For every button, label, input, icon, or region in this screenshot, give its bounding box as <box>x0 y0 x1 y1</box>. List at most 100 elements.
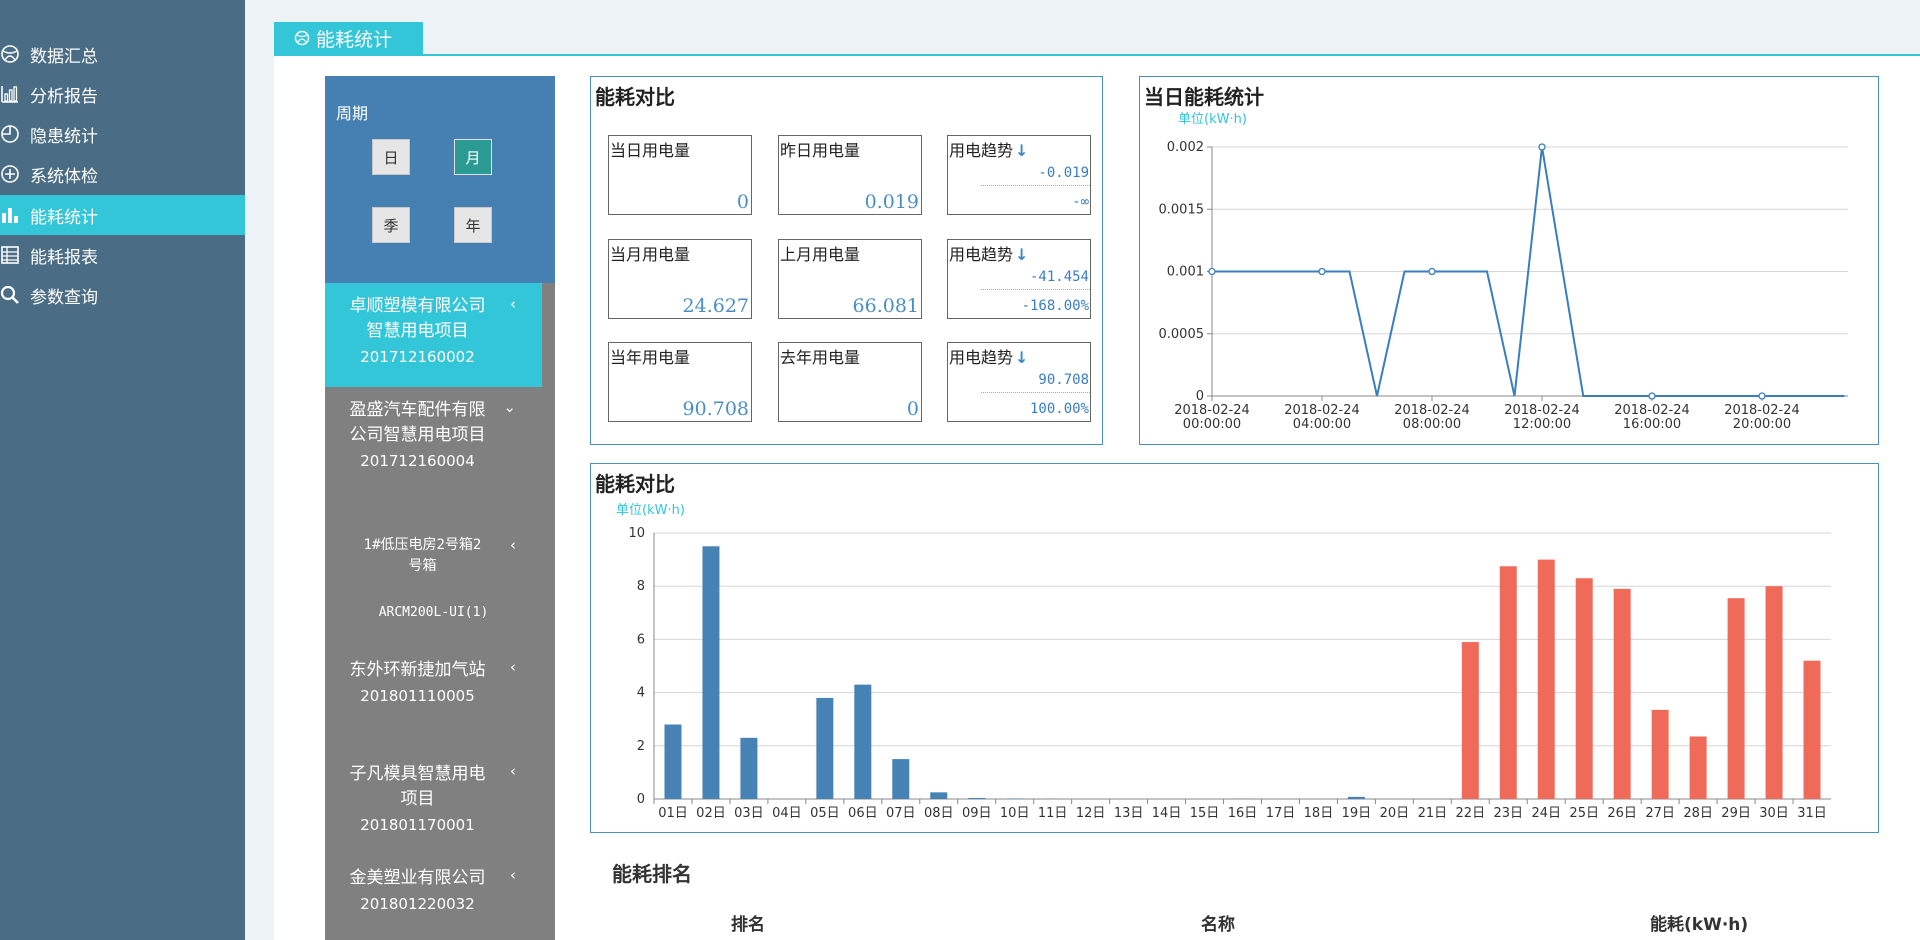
bar-19日[interactable] <box>1347 796 1365 799</box>
card-label: 用电趋势 ↓ <box>949 344 1028 368</box>
nav-item-label: 参数查询 <box>30 287 98 308</box>
y-tick-label: 2 <box>637 739 645 754</box>
x-tick-label: 17日 <box>1266 806 1296 821</box>
comparison-panel: 能耗对比 当日用电量 0 昨日用电量 0.019 用电趋势 ↓ -0.019 -∞ 当月用电量 2… <box>590 76 1103 445</box>
data-point[interactable] <box>1428 267 1436 276</box>
page-title-tab[interactable]: 能耗统计 <box>274 22 423 54</box>
bar-chart-icon <box>0 84 20 104</box>
period-month-button[interactable]: 月 <box>454 139 492 175</box>
y-tick-label: 0.0005 <box>1159 327 1205 342</box>
card-label-text: 当日用电量 <box>610 141 691 160</box>
data-point[interactable] <box>1648 392 1656 400</box>
nav-item-1[interactable]: 数据汇总 <box>0 34 245 74</box>
bar-26日[interactable] <box>1613 588 1631 799</box>
card-label: 用电趋势 ↓ <box>949 241 1028 265</box>
card-value: 0.019 <box>864 191 919 213</box>
card-label-text: 用电趋势 <box>949 245 1014 264</box>
bar-08日[interactable] <box>930 792 948 799</box>
period-year-button[interactable]: 年 <box>454 207 492 243</box>
x-tick-time: 04:00:00 <box>1293 417 1351 432</box>
ranking-title: 能耗排名 <box>612 862 692 886</box>
bar-03日[interactable] <box>740 737 758 799</box>
bar-25日[interactable] <box>1575 578 1593 799</box>
x-tick-date: 2018-02-24 <box>1394 403 1470 418</box>
meter-group-item[interactable]: 1#低压电房2号箱2号箱 ‹ <box>325 535 542 579</box>
nav-item-label: 隐患统计 <box>30 126 98 147</box>
bar-02日[interactable] <box>702 546 720 799</box>
bar-23日[interactable] <box>1499 566 1517 799</box>
data-point[interactable] <box>1538 143 1546 151</box>
y-tick-label: 4 <box>637 686 645 701</box>
x-tick-label: 22日 <box>1456 806 1486 821</box>
x-tick-label: 31日 <box>1797 806 1827 821</box>
period-quarter-button[interactable]: 季 <box>372 207 410 243</box>
nav-item-4[interactable]: 系统体检 <box>0 154 245 194</box>
bar-31日[interactable] <box>1803 660 1821 799</box>
x-tick-date: 2018-02-24 <box>1174 403 1250 418</box>
project-code: 201801170001 <box>360 816 475 834</box>
bar-05日[interactable] <box>816 697 834 799</box>
bar-29日[interactable] <box>1727 598 1745 799</box>
x-tick-label: 14日 <box>1152 806 1182 821</box>
project-item[interactable]: 东外环新捷加气站 ‹ 201801110005 <box>325 658 542 738</box>
energy-card: 上月用电量 66.081 <box>778 239 922 319</box>
project-item[interactable]: 卓顺塑模有限公司智慧用电项目 ‹ 201712160002 <box>325 283 542 387</box>
bar-07日[interactable] <box>892 759 910 799</box>
bar-30日[interactable] <box>1765 586 1783 799</box>
trend-divider <box>981 185 1090 186</box>
card-value: 0 <box>906 398 919 420</box>
x-tick-label: 28日 <box>1683 806 1713 821</box>
nav-item-label: 能耗统计 <box>30 207 98 228</box>
y-tick-label: 10 <box>628 526 645 541</box>
nav-item-3[interactable]: 隐患统计 <box>0 114 245 154</box>
period-label: 周期 <box>336 104 369 123</box>
project-item[interactable]: 子凡模具智慧用电项目 ‹ 201801170001 <box>325 762 542 842</box>
side-nav: 数据汇总 分析报告隐患统计系统体检能耗统计能耗报表参数查询 <box>0 0 245 940</box>
project-code: 201712160002 <box>360 348 475 366</box>
chevron-left-icon: ‹ <box>510 762 516 780</box>
bar-06日[interactable] <box>854 684 872 799</box>
bar-22日[interactable] <box>1461 642 1479 799</box>
x-tick-label: 13日 <box>1114 806 1144 821</box>
card-value: 24.627 <box>682 295 749 317</box>
period-day-button[interactable]: 日 <box>372 139 410 175</box>
x-tick-label: 21日 <box>1418 806 1448 821</box>
project-item[interactable]: 金美塑业有限公司 ‹ 201801220032 <box>325 866 542 940</box>
meter-item[interactable]: ARCM200L-UI(1) <box>325 603 542 625</box>
period-selector: 周期 日 月 季 年 <box>325 76 555 283</box>
data-point[interactable] <box>1318 267 1326 276</box>
x-tick-label: 15日 <box>1190 806 1220 821</box>
y-tick-label: 0.001 <box>1167 265 1204 280</box>
bar-09日[interactable] <box>968 797 986 799</box>
nav-item-7[interactable]: 参数查询 <box>0 275 245 315</box>
project-item[interactable]: 盈盛汽车配件有限公司智慧用电项目 ⌄ 201712160004 <box>325 398 542 508</box>
bar-24日[interactable] <box>1537 559 1555 799</box>
card-value: 90.708 <box>682 398 749 420</box>
card-label-text: 昨日用电量 <box>780 141 861 160</box>
arrow-down-icon: ↓ <box>1015 245 1029 264</box>
trend-change: -0.019 <box>1038 165 1089 181</box>
trend-percent: 100.00% <box>1029 401 1089 417</box>
trend-card: 用电趋势 ↓ -41.454 -168.00% <box>947 239 1091 319</box>
card-label-text: 当月用电量 <box>610 245 691 264</box>
x-tick-date: 2018-02-24 <box>1724 403 1800 418</box>
dashboard-icon <box>0 44 20 64</box>
data-point[interactable] <box>1758 392 1766 400</box>
nav-item-5[interactable]: 能耗统计 <box>0 195 245 235</box>
bar-27日[interactable] <box>1651 709 1669 799</box>
main-header-bg <box>245 0 1920 56</box>
chevron-left-icon: ‹ <box>510 536 516 554</box>
nav-item-2[interactable]: 分析报告 <box>0 74 245 114</box>
y-tick-label: 0 <box>637 792 645 807</box>
nav-item-6[interactable]: 能耗报表 <box>0 235 245 275</box>
daily-line-chart: 单位(kW·h) 0 0.0005 0.001 0.0015 0.002 2018-02… <box>1159 112 1848 432</box>
x-tick-label: 26日 <box>1607 806 1637 821</box>
x-tick-time: 20:00:00 <box>1733 417 1791 432</box>
bar-10日[interactable] <box>1006 798 1024 799</box>
card-label: 昨日用电量 <box>780 137 860 161</box>
bar-28日[interactable] <box>1689 736 1707 799</box>
data-point[interactable] <box>1208 267 1216 276</box>
trend-percent: -168.00% <box>1021 298 1089 314</box>
bar-01日[interactable] <box>664 724 682 799</box>
trend-card: 用电趋势 ↓ -0.019 -∞ <box>947 135 1091 215</box>
